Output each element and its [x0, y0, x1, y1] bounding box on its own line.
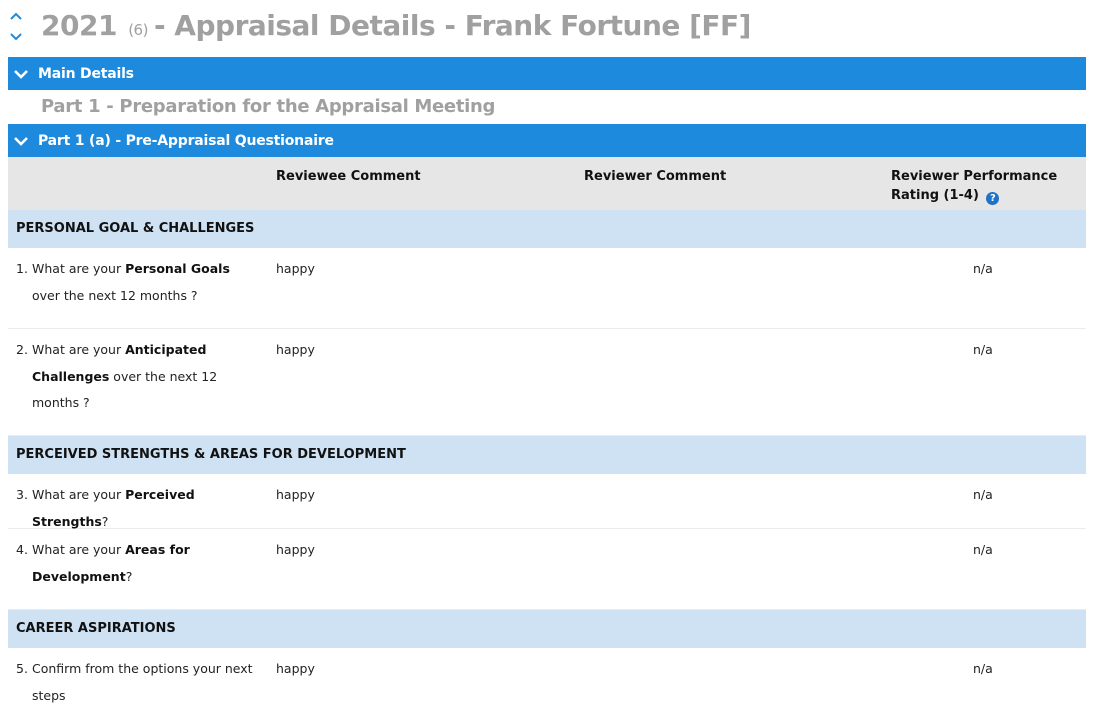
performance-rating: n/a	[973, 342, 993, 357]
question-post: ?	[101, 513, 109, 529]
question-text: 4. What are your Areas for Development?	[16, 537, 254, 584]
section-main-details[interactable]: Main Details	[8, 57, 1086, 90]
col-reviewee-comment: Reviewee Comment	[276, 169, 421, 184]
title-text: - Appraisal Details - Frank Fortune [FF]	[153, 9, 752, 42]
group-header: CAREER ASPIRATIONS	[8, 610, 1086, 648]
question-pre: Confirm from the options your next steps	[32, 661, 253, 703]
section-label: Main Details	[38, 65, 134, 82]
reviewee-comment: happy	[276, 542, 315, 557]
performance-rating: n/a	[973, 487, 993, 502]
chevron-down-icon	[14, 136, 28, 146]
question-number: 1.	[16, 261, 28, 276]
col-rating-label: Rating (1-4)	[891, 188, 979, 203]
question-number: 2.	[16, 342, 28, 357]
help-icon[interactable]: ?	[986, 192, 1000, 205]
title-count: (6)	[128, 21, 148, 39]
performance-rating: n/a	[973, 542, 993, 557]
question-pre: What are your	[32, 487, 126, 502]
question-number: 4.	[16, 542, 28, 557]
question-pre: What are your	[32, 542, 126, 557]
part-heading: Part 1 - Preparation for the Appraisal M…	[41, 96, 496, 117]
group-header: PERCEIVED STRENGTHS & AREAS FOR DEVELOPM…	[8, 436, 1086, 474]
table-header: Reviewee Comment Reviewer Comment Review…	[8, 157, 1086, 210]
page-header: 2021 (6) - Appraisal Details - Frank Fort…	[0, 0, 1104, 56]
group-label: PERSONAL GOAL & CHALLENGES	[16, 221, 255, 236]
group-header: PERSONAL GOAL & CHALLENGES	[8, 210, 1086, 248]
performance-rating: n/a	[973, 661, 993, 676]
questionnaire-table: Reviewee Comment Reviewer Comment Review…	[8, 157, 1086, 708]
table-row: 1. What are your Personal Goals over the…	[8, 248, 1086, 329]
record-nav[interactable]	[8, 10, 24, 44]
table-row: 4. What are your Areas for Development? …	[8, 529, 1086, 610]
table-row: 3. What are your Perceived Strengths? ha…	[8, 474, 1086, 529]
question-number: 5.	[16, 661, 28, 676]
question-keyword: Personal Goals	[125, 261, 230, 276]
question-post: ?	[125, 568, 133, 584]
question-pre: What are your	[32, 261, 126, 276]
performance-rating: n/a	[973, 261, 993, 276]
question-text: 2. What are your Anticipated Challenges …	[16, 337, 254, 410]
title-year: 2021	[41, 9, 117, 42]
table-row: 5. Confirm from the options your next st…	[8, 648, 1086, 708]
table-row: 2. What are your Anticipated Challenges …	[8, 329, 1086, 436]
question-text: 3. What are your Perceived Strengths?	[16, 482, 254, 529]
group-label: CAREER ASPIRATIONS	[16, 621, 176, 636]
col-performance-rating: Reviewer Performance Rating (1-4) ?	[891, 167, 1057, 205]
chevron-up-down-icon[interactable]	[8, 10, 24, 44]
col-rating-line1: Reviewer Performance	[891, 169, 1058, 184]
section-label: Part 1 (a) - Pre-Appraisal Questionaire	[38, 132, 334, 149]
reviewee-comment: happy	[276, 342, 315, 357]
group-label: PERCEIVED STRENGTHS & AREAS FOR DEVELOPM…	[16, 447, 406, 462]
reviewee-comment: happy	[276, 487, 315, 502]
reviewee-comment: happy	[276, 661, 315, 676]
question-text: 1. What are your Personal Goals over the…	[16, 256, 254, 303]
reviewee-comment: happy	[276, 261, 315, 276]
question-pre: What are your	[32, 342, 126, 357]
question-number: 3.	[16, 487, 28, 502]
question-text: 5. Confirm from the options your next st…	[16, 656, 254, 703]
question-post: over the next 12 months ?	[32, 287, 198, 303]
chevron-down-icon	[14, 69, 28, 79]
col-reviewer-comment: Reviewer Comment	[584, 169, 727, 184]
section-part1a[interactable]: Part 1 (a) - Pre-Appraisal Questionaire	[8, 124, 1086, 157]
page-title: 2021 (6) - Appraisal Details - Frank Fort…	[41, 9, 751, 42]
col-rating-line2: Rating (1-4) ?	[891, 186, 1057, 205]
